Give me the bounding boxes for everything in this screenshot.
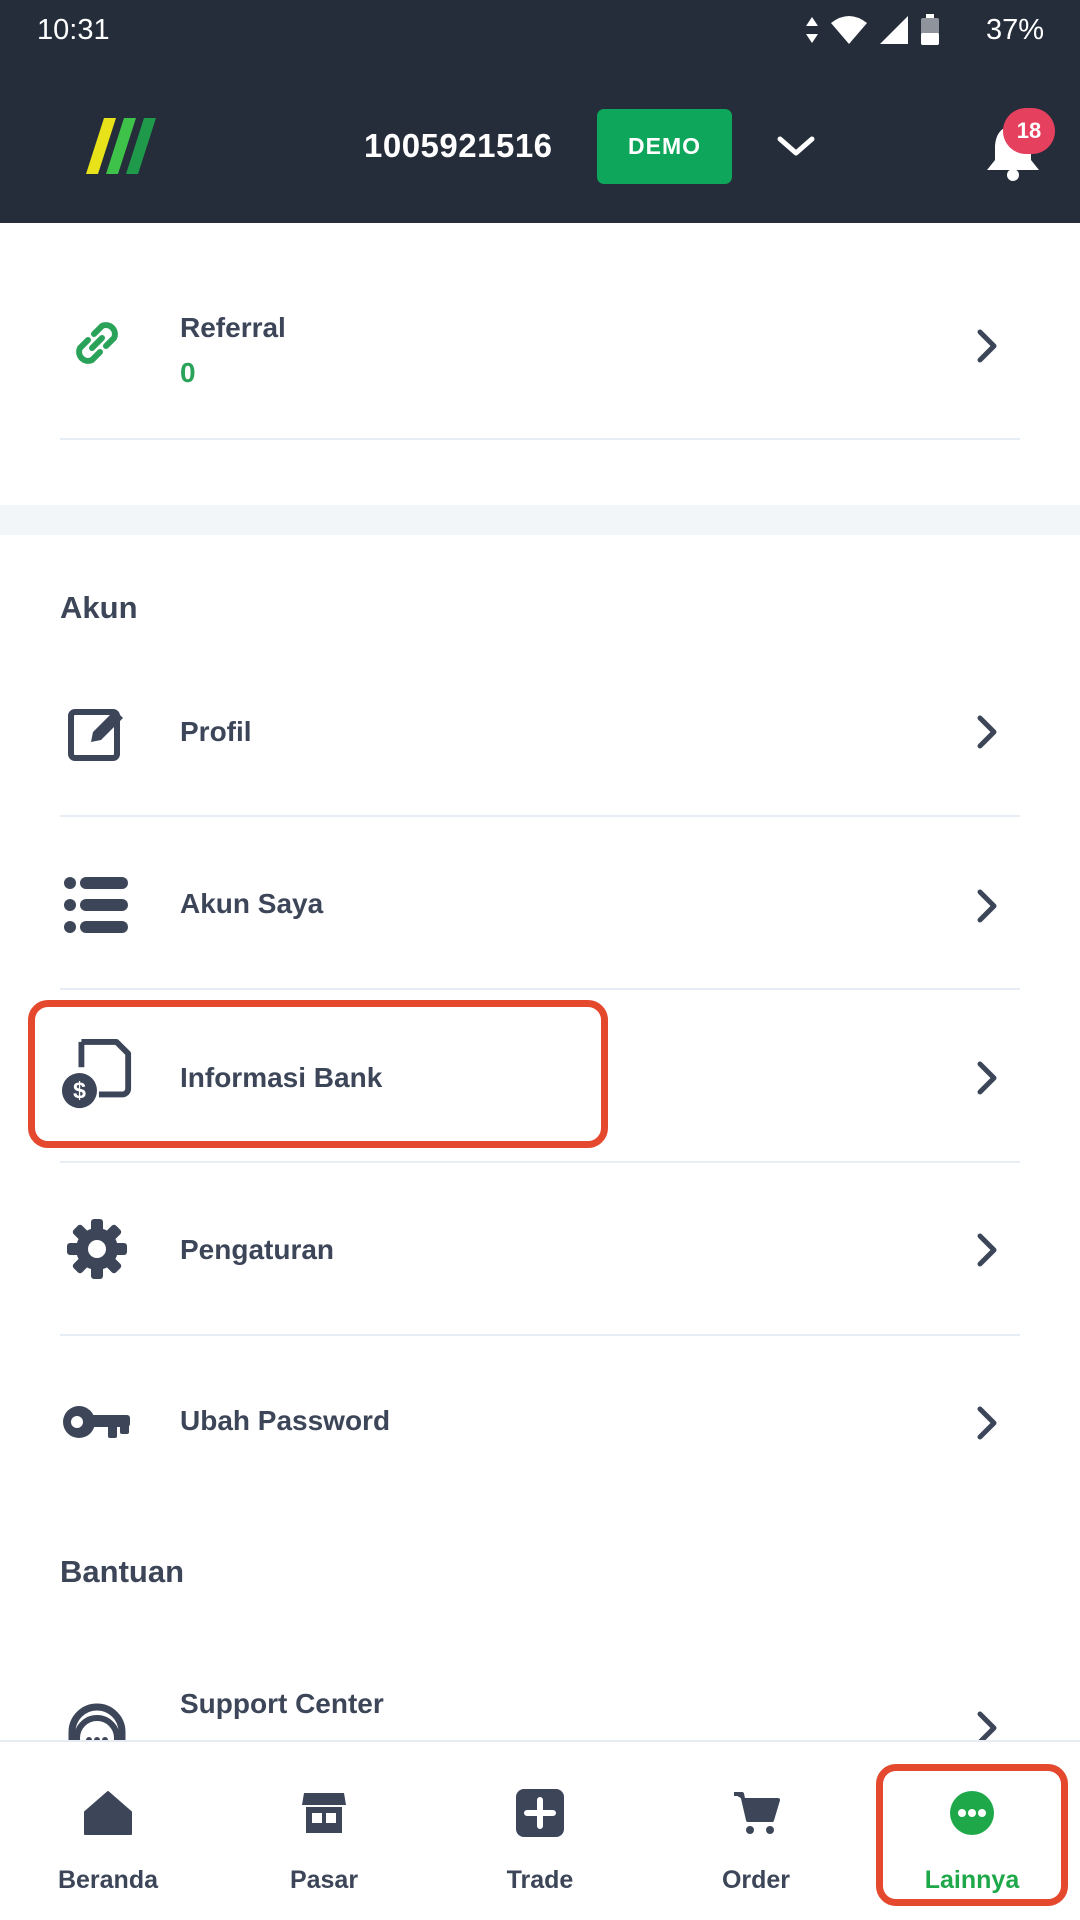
section-title-akun: Akun <box>60 590 138 625</box>
chevron-right-icon <box>977 1711 997 1740</box>
referral-label: Referral <box>180 312 286 343</box>
menu-item-label: Profil <box>180 716 252 747</box>
status-icons <box>804 14 940 46</box>
bottom-navigation: Beranda Pasar Trade Order Lainnya <box>0 1740 1080 1920</box>
app-logo <box>86 118 156 174</box>
wifi-icon <box>831 16 867 44</box>
edit-icon <box>60 695 134 769</box>
chevron-right-icon <box>977 889 997 923</box>
plus-square-icon <box>510 1785 570 1841</box>
data-arrows-icon <box>806 17 818 43</box>
menu-item-ubah-password[interactable]: Ubah Password <box>0 1337 1080 1509</box>
key-icon <box>60 1385 134 1459</box>
menu-item-informasi-bank[interactable]: $ Informasi Bank <box>0 992 1080 1164</box>
nav-label: Beranda <box>57 1866 159 1894</box>
menu-item-support-center[interactable]: Support Center <box>0 1652 1080 1740</box>
store-icon <box>294 1785 354 1841</box>
chevron-right-icon <box>977 329 997 363</box>
status-bar: 10:31 37% <box>0 0 1080 64</box>
more-icon <box>942 1785 1002 1841</box>
nav-item-beranda[interactable]: Beranda <box>0 1742 216 1920</box>
nav-item-order[interactable]: Order <box>648 1742 864 1920</box>
gear-icon <box>60 1212 134 1286</box>
home-icon <box>78 1785 138 1841</box>
headset-icon <box>60 1696 134 1740</box>
section-separator <box>0 505 1080 535</box>
account-number[interactable]: 1005921516 <box>364 127 553 165</box>
divider <box>60 438 1020 440</box>
app-header: 10:31 37% 1005921516 DEMO 18 <box>0 0 1080 223</box>
section-title-bantuan: Bantuan <box>60 1554 184 1589</box>
cart-icon <box>726 1785 786 1841</box>
referral-row[interactable]: Referral 0 <box>0 262 1080 434</box>
menu-item-akun-saya[interactable]: Akun Saya <box>0 820 1080 992</box>
chevron-down-icon[interactable] <box>776 131 816 161</box>
battery-percentage: 37% <box>985 14 1044 46</box>
list-icon <box>60 868 134 942</box>
nav-label: Trade <box>506 1866 574 1894</box>
nav-label: Lainnya <box>924 1866 1020 1894</box>
menu-item-label: Informasi Bank <box>180 1062 383 1093</box>
menu-item-label: Support Center <box>180 1688 384 1719</box>
divider <box>60 815 1020 817</box>
chevron-right-icon <box>977 1406 997 1440</box>
menu-item-label: Akun Saya <box>180 888 324 919</box>
referral-count: 0 <box>180 357 196 388</box>
signal-icon <box>880 16 908 44</box>
demo-badge[interactable]: DEMO <box>597 109 732 184</box>
status-time: 10:31 <box>37 14 110 46</box>
divider <box>60 988 1020 990</box>
chevron-right-icon <box>977 1233 997 1267</box>
nav-label: Order <box>721 1866 791 1894</box>
chevron-right-icon <box>977 1061 997 1095</box>
nav-item-lainnya[interactable]: Lainnya <box>864 1742 1080 1920</box>
menu-item-profil[interactable]: Profil <box>0 646 1080 818</box>
chevron-right-icon <box>977 715 997 749</box>
menu-item-pengaturan[interactable]: Pengaturan <box>0 1164 1080 1336</box>
battery-icon <box>921 14 939 45</box>
divider <box>60 1334 1020 1336</box>
nav-item-pasar[interactable]: Pasar <box>216 1742 432 1920</box>
divider <box>60 1161 1020 1163</box>
nav-item-trade[interactable]: Trade <box>432 1742 648 1920</box>
menu-item-label: Pengaturan <box>180 1234 335 1265</box>
notification-badge: 18 <box>1003 108 1055 154</box>
menu-item-label: Ubah Password <box>180 1405 391 1436</box>
link-icon <box>60 306 134 380</box>
nav-label: Pasar <box>289 1866 359 1894</box>
bank-document-icon: $ <box>60 1038 134 1112</box>
svg-text:$: $ <box>73 1077 86 1103</box>
